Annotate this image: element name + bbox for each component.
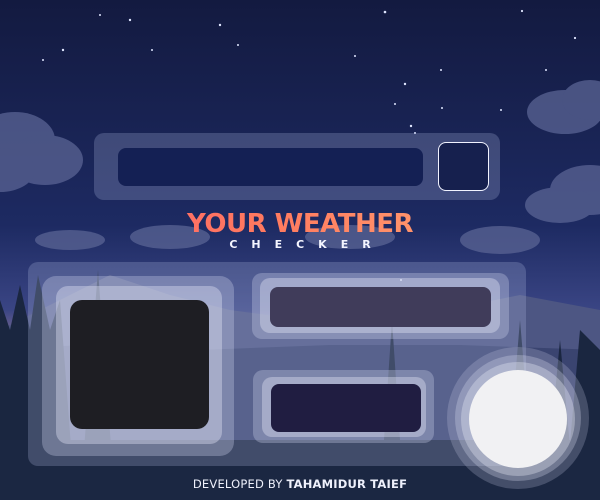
footer-prefix: DEVELOPED BY: [192, 477, 283, 491]
search-button[interactable]: [438, 142, 489, 191]
weather-description: [271, 384, 421, 432]
city-search-input[interactable]: [118, 148, 423, 186]
footer-author: TAHAMIDUR TAIEF: [286, 477, 408, 491]
temperature-display: [270, 287, 491, 327]
weather-icon-box: [70, 300, 209, 429]
app-title: YOUR WEATHER CHECKER: [0, 208, 600, 251]
footer-credit: DEVELOPED BY TAHAMIDUR TAIEF: [0, 477, 600, 491]
title-sub: CHECKER: [229, 238, 385, 251]
theme-toggle-button[interactable]: [469, 370, 567, 468]
title-main: YOUR WEATHER: [0, 208, 600, 240]
